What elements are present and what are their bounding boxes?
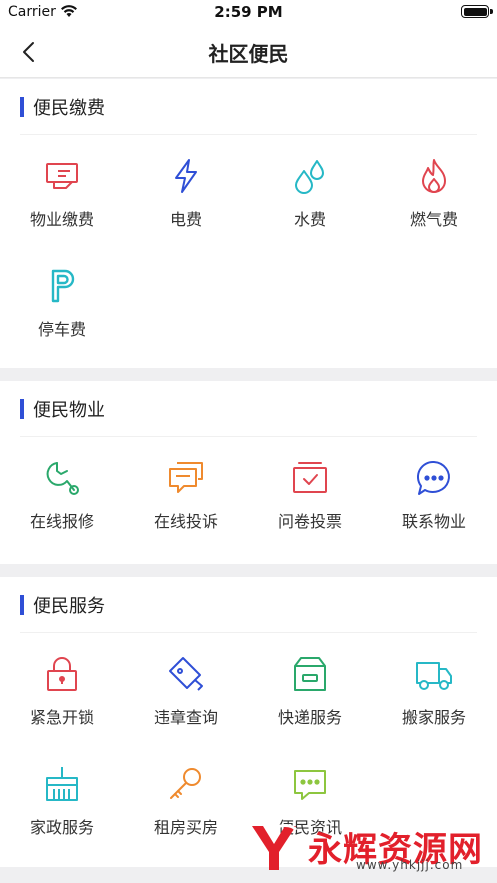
- grid-item-label: 违章查询: [153, 708, 218, 727]
- grid-item-complaint[interactable]: 在线投诉: [124, 437, 248, 537]
- grid-item-label: 问卷投票: [277, 512, 342, 531]
- parking-icon: [51, 269, 75, 303]
- grid-item-label: 物业缴费: [29, 210, 94, 229]
- grid-item-survey[interactable]: 问卷投票: [248, 437, 372, 537]
- section-accent-bar: [20, 399, 24, 419]
- grid-item-property-fee[interactable]: 物业缴费: [0, 135, 124, 235]
- section-title: 便民服务: [33, 596, 105, 617]
- wrench-icon: [46, 462, 79, 495]
- watermark-url: www.yhkjjj.com: [356, 858, 464, 872]
- clock: 2:59 PM: [214, 3, 283, 21]
- section-title: 便民物业: [33, 400, 105, 421]
- watermark-logo-icon: [252, 824, 298, 870]
- grid-item-label: 紧急开锁: [29, 708, 94, 727]
- grid-item-label: 搬家服务: [401, 708, 466, 727]
- section-property: 便民物业 在线报修 在线投诉 问卷投票 联系物业: [0, 381, 497, 564]
- lightning-icon: [175, 159, 197, 193]
- battery-icon: [461, 5, 493, 18]
- grid-item-housekeeping[interactable]: 家政服务: [0, 743, 124, 843]
- package-box-icon: [294, 657, 326, 691]
- grid-item-parking[interactable]: 停车费: [0, 245, 124, 345]
- status-bar: Carrier 2:59 PM: [0, 0, 497, 26]
- grid-item-unlock[interactable]: 紧急开锁: [0, 633, 124, 733]
- grid-item-label: 燃气费: [409, 210, 458, 229]
- message-dots-icon: [416, 460, 450, 495]
- moving-truck-icon: [416, 662, 452, 690]
- grid-item-label: 家政服务: [29, 818, 94, 837]
- grid-item-label: 在线报修: [29, 512, 94, 531]
- section-header: 便民缴费: [20, 79, 477, 135]
- key-icon: [170, 768, 201, 799]
- grid-item-express[interactable]: 快递服务: [248, 633, 372, 733]
- section-accent-bar: [20, 97, 24, 117]
- flame-icon: [422, 159, 446, 193]
- section-title: 便民缴费: [33, 98, 105, 119]
- chat-bubbles-icon: [169, 462, 203, 493]
- grid-item-moving[interactable]: 搬家服务: [372, 633, 496, 733]
- padlock-icon: [47, 657, 77, 691]
- section-accent-bar: [20, 595, 24, 615]
- water-drop-icon: [295, 160, 324, 194]
- grid-item-label: 电费: [169, 210, 202, 229]
- property-fee-icon: [46, 163, 78, 189]
- grid-item-repair[interactable]: 在线报修: [0, 437, 124, 537]
- grid-item-water[interactable]: 水费: [248, 135, 372, 235]
- grid-item-label: 在线投诉: [153, 512, 218, 531]
- section-header: 便民物业: [20, 381, 477, 437]
- grid-item-electricity[interactable]: 电费: [124, 135, 248, 235]
- ballot-box-icon: [293, 462, 327, 493]
- section-header: 便民服务: [20, 577, 477, 633]
- grid-item-label: 水费: [293, 210, 326, 229]
- grid-item-label: 快递服务: [277, 708, 342, 727]
- grid-item-label: 租房买房: [153, 818, 218, 837]
- section-payment: 便民缴费 物业缴费 电费 水费 燃气费 停车费: [0, 79, 497, 368]
- violation-tag-icon: [169, 657, 203, 691]
- grid-item-violation[interactable]: 违章查询: [124, 633, 248, 733]
- grid-item-contact[interactable]: 联系物业: [372, 437, 496, 537]
- grid-item-gas[interactable]: 燃气费: [372, 135, 496, 235]
- info-chat-icon: [294, 770, 326, 800]
- grid-item-label: 联系物业: [401, 512, 466, 531]
- nav-bar: 社区便民: [0, 26, 497, 78]
- broom-icon: [46, 767, 78, 801]
- watermark: 永辉资源网 www.yhkjjj.com: [248, 820, 488, 876]
- page-title: 社区便民: [208, 42, 289, 66]
- grid-item-rent-buy[interactable]: 租房买房: [124, 743, 248, 843]
- grid-item-label: 停车费: [37, 320, 86, 339]
